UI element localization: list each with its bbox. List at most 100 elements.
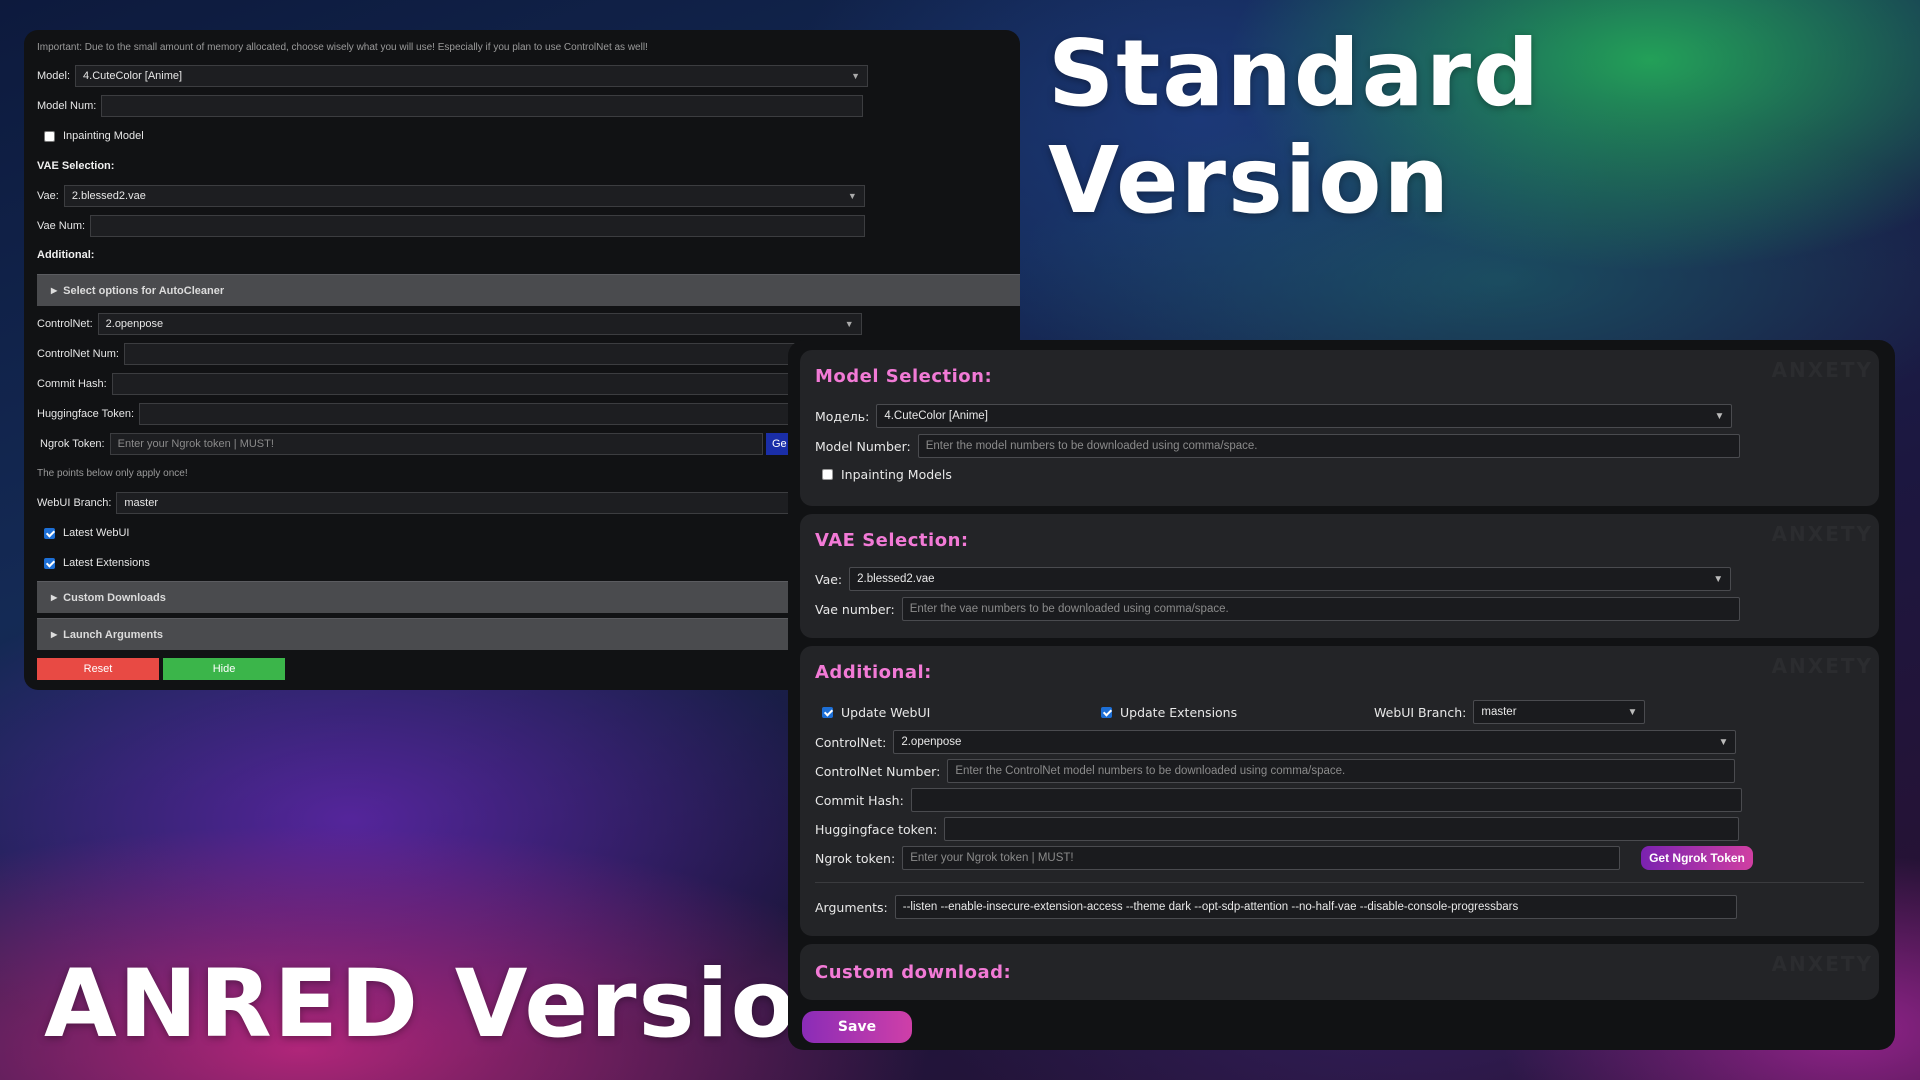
latest-webui-row: Latest WebUI (37, 522, 134, 544)
update-ext-label: Update Extensions (1120, 704, 1238, 720)
anred-hf-token-input[interactable] (944, 817, 1740, 841)
anxety-watermark: ANXETY (1771, 522, 1873, 546)
inpainting-row: Inpainting Model (37, 125, 149, 147)
vae-heading: VAE Selection: (37, 160, 115, 172)
anred-model-select[interactable]: 4.CuteColor [Anime] ▼ (876, 404, 1733, 428)
commit-hash-input[interactable] (111, 373, 852, 395)
reset-button[interactable]: Reset (37, 658, 159, 680)
inpainting-checkbox[interactable] (44, 130, 55, 142)
caret-right-icon: ▶ (51, 286, 58, 295)
latest-ext-row: Latest Extensions (37, 552, 155, 574)
anred-version-title: ANRED Version (44, 950, 867, 1059)
anred-controlnet-select-value: 2.openpose (901, 736, 962, 748)
model-num-input[interactable] (101, 95, 864, 117)
caret-right-icon: ▶ (51, 630, 58, 639)
anred-hf-token-label: Huggingface token: (815, 821, 938, 837)
anred-model-number-row: Model Number: Enter the model numbers to… (815, 434, 1740, 458)
model-label: Model: (37, 70, 71, 82)
update-webui-label: Update WebUI (841, 704, 931, 720)
anred-model-number-input[interactable]: Enter the model numbers to be downloaded… (917, 434, 1740, 458)
controlnet-num-label: ControlNet Num: (37, 348, 119, 360)
anred-hf-token-row: Huggingface token: (815, 817, 1740, 841)
anred-branch-select[interactable]: master ▼ (1473, 700, 1646, 724)
anred-branch-label: WebUI Branch: (1374, 704, 1467, 720)
latest-webui-label: Latest WebUI (63, 527, 130, 539)
chevron-down-icon: ▼ (851, 71, 861, 81)
hf-token-input[interactable] (139, 403, 840, 425)
latest-webui-checkbox[interactable] (44, 527, 55, 539)
arguments-input[interactable]: --listen --enable-insecure-extension-acc… (894, 895, 1737, 919)
hf-token-row: Huggingface Token: (37, 403, 840, 425)
vae-num-input[interactable] (90, 215, 866, 237)
arguments-divider (815, 882, 1864, 883)
model-row: Model: 4.CuteColor [Anime] ▼ (37, 65, 869, 87)
anred-vae-number-input[interactable]: Enter the vae numbers to be downloaded u… (901, 597, 1740, 621)
ngrok-input[interactable]: Enter your Ngrok token | MUST! (109, 433, 763, 455)
anred-ngrok-row: Ngrok token: Enter your Ngrok token | MU… (815, 846, 1621, 870)
anred-controlnet-label: ControlNet: (815, 734, 887, 750)
latest-ext-checkbox[interactable] (44, 557, 55, 569)
commit-hash-row: Commit Hash: (37, 373, 852, 395)
anred-controlnet-number-input[interactable]: Enter the ControlNet model numbers to be… (947, 759, 1736, 783)
anred-ngrok-label: Ngrok token: (815, 850, 896, 866)
inpainting-label: Inpainting Model (63, 130, 144, 142)
additional-section-title: Additional: (815, 662, 932, 683)
custom-download-card[interactable]: ANXETY Custom download: (800, 944, 1879, 1000)
controlnet-select-value: 2.openpose (105, 318, 164, 330)
branch-label: WebUI Branch: (37, 497, 112, 509)
chevron-down-icon: ▼ (1714, 410, 1725, 422)
autocleaner-accordion[interactable]: ▶ Select options for AutoCleaner (37, 274, 1020, 306)
anred-vae-row: Vae: 2.blessed2.vae ▼ (815, 567, 1732, 591)
commit-hash-label: Commit Hash: (37, 378, 107, 390)
standard-version-title: Standard Version (1048, 20, 1541, 234)
vae-num-row: Vae Num: (37, 215, 866, 237)
update-ext-row: Update Extensions (1101, 700, 1237, 724)
anred-inpainting-checkbox[interactable] (822, 468, 833, 480)
ngrok-row: Ngrok Token: Enter your Ngrok token | MU… (37, 433, 763, 455)
chevron-down-icon: ▼ (1718, 736, 1729, 748)
update-webui-row: Update WebUI (822, 700, 930, 724)
model-select-value: 4.CuteColor [Anime] (83, 70, 183, 82)
anxety-watermark: ANXETY (1771, 952, 1873, 976)
controlnet-select[interactable]: 2.openpose ▼ (97, 313, 862, 335)
update-webui-checkbox[interactable] (822, 706, 833, 718)
additional-heading: Additional: (37, 249, 95, 261)
anred-panel: ANXETY Model Selection: Модель: 4.CuteCo… (788, 340, 1895, 1050)
anred-commit-hash-input[interactable] (910, 788, 1742, 812)
launch-args-label: Launch Arguments (63, 628, 163, 641)
vae-select[interactable]: 2.blessed2.vae ▼ (63, 185, 865, 207)
controlnet-num-input[interactable] (123, 343, 844, 365)
caret-right-icon: ▶ (51, 593, 58, 602)
anred-model-label: Модель: (815, 408, 870, 424)
vae-selection-card: ANXETY VAE Selection: Vae: 2.blessed2.va… (800, 514, 1879, 638)
vae-section-title: VAE Selection: (815, 530, 969, 551)
latest-ext-label: Latest Extensions (63, 557, 150, 569)
model-select[interactable]: 4.CuteColor [Anime] ▼ (75, 65, 869, 87)
model-num-row: Model Num: (37, 95, 864, 117)
anred-vae-select-value: 2.blessed2.vae (857, 573, 935, 585)
anred-vae-label: Vae: (815, 571, 843, 587)
update-ext-checkbox[interactable] (1101, 706, 1112, 718)
autocleaner-label: Select options for AutoCleaner (63, 284, 225, 297)
save-button[interactable]: Save (802, 1011, 912, 1043)
chevron-down-icon: ▼ (844, 319, 854, 329)
anred-controlnet-select[interactable]: 2.openpose ▼ (893, 730, 1737, 754)
vae-row: Vae: 2.blessed2.vae ▼ (37, 185, 865, 207)
anxety-watermark: ANXETY (1771, 654, 1873, 678)
hide-button[interactable]: Hide (163, 658, 285, 680)
vae-label: Vae: (37, 190, 59, 202)
custom-download-title: Custom download: (815, 962, 1012, 983)
branch-input[interactable]: master (116, 492, 817, 514)
anred-model-number-label: Model Number: (815, 438, 911, 454)
get-ngrok-token-button[interactable]: Get Ngrok Token (1641, 846, 1753, 870)
anred-ngrok-input[interactable]: Enter your Ngrok token | MUST! (902, 846, 1621, 870)
vae-num-label: Vae Num: (37, 220, 86, 232)
anred-vae-number-row: Vae number: Enter the vae numbers to be … (815, 597, 1740, 621)
anred-controlnet-row: ControlNet: 2.openpose ▼ (815, 730, 1737, 754)
vae-select-value: 2.blessed2.vae (71, 190, 146, 202)
arguments-row: Arguments: --listen --enable-insecure-ex… (815, 895, 1737, 919)
anred-commit-hash-row: Commit Hash: (815, 788, 1742, 812)
model-selection-card: ANXETY Model Selection: Модель: 4.CuteCo… (800, 350, 1879, 506)
controlnet-num-row: ControlNet Num: (37, 343, 844, 365)
anred-vae-select[interactable]: 2.blessed2.vae ▼ (849, 567, 1732, 591)
